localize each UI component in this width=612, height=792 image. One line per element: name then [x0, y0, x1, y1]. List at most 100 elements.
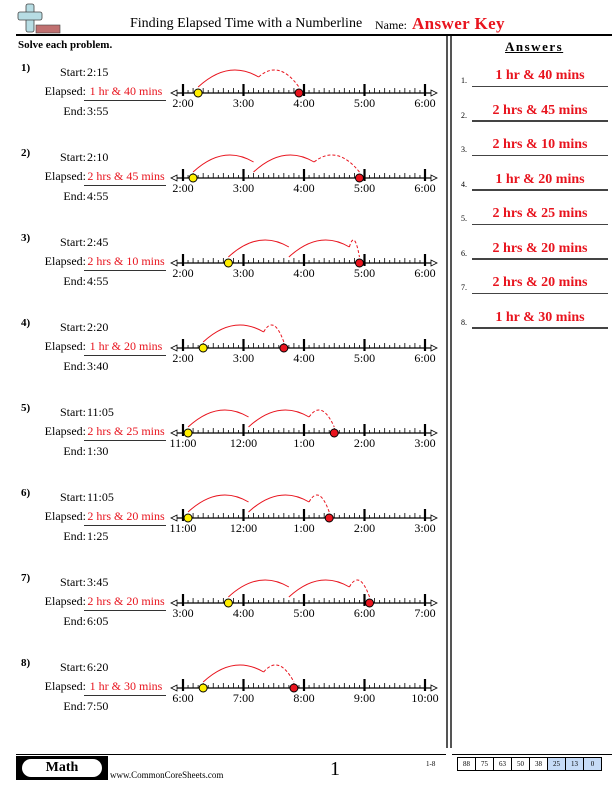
answer-line	[84, 185, 166, 186]
numberline: 11:00 12:00 1:00 2:00 3:00	[170, 494, 438, 535]
answer-line	[84, 270, 166, 271]
end-time: 1:30	[87, 444, 109, 458]
answer-line	[84, 610, 166, 611]
elapsed-label: Elapsed:	[44, 594, 86, 608]
minute-jump-arc	[308, 409, 335, 428]
hour-tick-label: 2:00	[354, 521, 375, 535]
numberline: 2:00 3:00 4:00 5:00 6:00	[170, 239, 438, 280]
hour-tick-label: 4:00	[233, 606, 254, 620]
hour-tick-label: 5:00	[354, 96, 375, 110]
start-label: Start:	[60, 405, 86, 419]
hour-tick-label: 2:00	[172, 96, 193, 110]
problem-1: 1) Start: 2:15 Elapsed: 1 hr & 40 mins End: 3:…	[0, 62, 440, 142]
start-point-marker	[183, 513, 193, 523]
minute-jump-arc	[263, 664, 295, 683]
answer-line	[472, 154, 608, 156]
answer-text: 1 hr & 40 mins	[495, 68, 585, 83]
column-divider	[450, 36, 452, 748]
start-time: 2:15	[87, 65, 109, 79]
hour-tick-label: 6:00	[414, 266, 435, 280]
score-cell: 63	[493, 757, 512, 771]
elapsed-answer: 1 hr & 20 mins	[89, 339, 163, 353]
hour-tick-label: 8:00	[293, 691, 314, 705]
hour-tick-label: 6:00	[414, 96, 435, 110]
start-time: 3:45	[87, 575, 109, 589]
answer-text: 2 hrs & 20 mins	[492, 275, 588, 290]
problem-number: 7)	[21, 572, 31, 584]
problem-number: 2)	[21, 147, 31, 159]
end-label: End:	[63, 529, 86, 543]
hour-tick-label: 5:00	[354, 266, 375, 280]
footer-divider	[16, 754, 446, 755]
elapsed-answer: 1 hr & 40 mins	[89, 84, 163, 98]
hour-tick-label: 11:00	[170, 436, 197, 450]
end-point-marker	[289, 683, 299, 693]
problem-7: 7) Start: 3:45 Elapsed: 2 hrs & 20 mins End: 6…	[0, 572, 440, 652]
start-time: 6:20	[87, 660, 109, 674]
answer-number: 2.	[461, 110, 467, 120]
answer-item: 6. 2 hrs & 20 mins	[458, 238, 608, 260]
hour-tick-label: 7:00	[233, 691, 254, 705]
hour-tick-label: 6:00	[414, 351, 435, 365]
minute-jump-arc	[263, 324, 285, 343]
name-value: Answer Key	[412, 14, 505, 33]
hour-tick-label: 6:00	[172, 691, 193, 705]
end-point-marker	[329, 428, 339, 438]
answer-text: 2 hrs & 45 mins	[492, 102, 588, 118]
end-point-marker	[324, 513, 334, 523]
numberline: 3:00 4:00 5:00 6:00 7:00	[170, 579, 438, 620]
start-point-marker	[193, 88, 203, 98]
end-label: End:	[63, 104, 86, 118]
column-divider	[446, 36, 448, 748]
end-label: End:	[63, 699, 86, 713]
answer-line	[472, 292, 608, 294]
end-time: 1:25	[87, 529, 109, 543]
hour-tick-label: 5:00	[354, 351, 375, 365]
answer-text: 2 hrs & 20 mins	[492, 240, 588, 256]
start-label: Start:	[60, 235, 86, 249]
answer-text: 1 hr & 30 mins	[495, 309, 585, 325]
answer-item: 8. 1 hr & 30 mins	[458, 307, 608, 329]
elapsed-label: Elapsed:	[44, 679, 86, 693]
score-range: 1-8	[426, 760, 436, 768]
name-label: Name:	[375, 18, 407, 32]
score-cell: 88	[457, 757, 476, 771]
answer-line	[472, 189, 608, 191]
elapsed-label: Elapsed:	[44, 169, 86, 183]
problem-number: 3)	[21, 232, 31, 244]
numberline: 6:00 7:00 8:00 9:00 10:00	[170, 664, 439, 705]
end-point-marker	[294, 88, 304, 98]
start-label: Start:	[60, 320, 86, 334]
score-table: 88 75 63 50 38 25 13 0	[457, 757, 602, 771]
answer-line	[472, 258, 608, 260]
hour-tick-label: 4:00	[293, 96, 314, 110]
website-link[interactable]: www.CommonCoreSheets.com	[110, 770, 223, 780]
numberline: 11:00 12:00 1:00 2:00 3:00	[170, 409, 438, 450]
problem-number: 6)	[21, 487, 31, 499]
hour-tick-label: 12:00	[230, 436, 257, 450]
answer-text: 1 hr & 20 mins	[495, 171, 585, 187]
subject-label: Math	[22, 759, 102, 777]
hour-tick-label: 2:00	[172, 266, 193, 280]
end-label: End:	[63, 614, 86, 628]
answer-number: 6.	[461, 248, 467, 258]
hour-jump-arc	[228, 239, 290, 258]
end-time: 4:55	[87, 274, 109, 288]
start-label: Start:	[60, 65, 86, 79]
score-cell: 13	[565, 757, 584, 771]
hour-tick-label: 11:00	[170, 521, 197, 535]
start-time: 2:20	[87, 320, 109, 334]
hour-tick-label: 5:00	[354, 181, 375, 195]
hour-tick-label: 10:00	[411, 691, 438, 705]
answer-line	[472, 223, 608, 225]
answer-number: 3.	[461, 145, 467, 154]
answer-number: 8.	[461, 317, 467, 327]
answer-line	[84, 355, 166, 356]
hour-jump-arc	[228, 579, 290, 598]
start-point-marker	[183, 428, 193, 438]
header-divider	[16, 34, 612, 36]
start-label: Start:	[60, 150, 86, 164]
hour-tick-label: 1:00	[293, 436, 314, 450]
problem-8: 8) Start: 6:20 Elapsed: 1 hr & 30 mins End: 7:…	[0, 657, 440, 737]
hour-tick-label: 5:00	[293, 606, 314, 620]
